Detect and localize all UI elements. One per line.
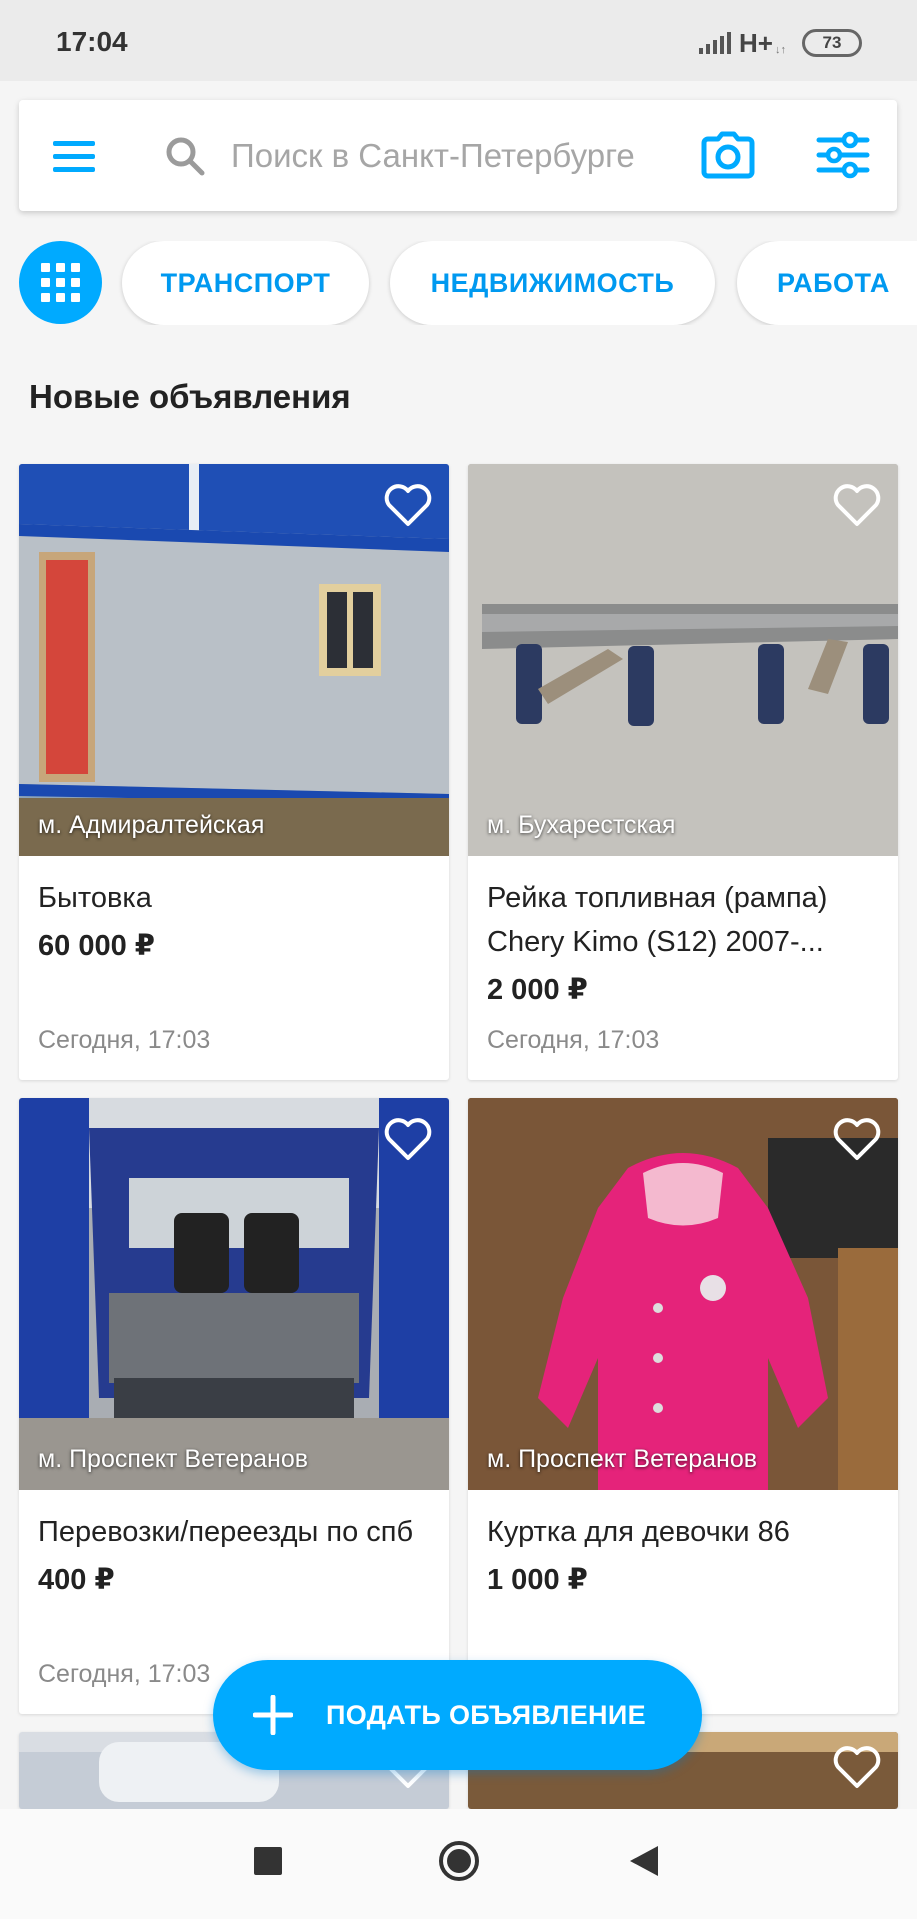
listing-date: Сегодня, 17:03 bbox=[38, 1026, 211, 1054]
category-chip-transport[interactable]: ТРАНСПОРТ bbox=[122, 241, 369, 325]
search-icon bbox=[166, 137, 205, 176]
listing-price: 400 ₽ bbox=[38, 1564, 115, 1596]
category-label: ТРАНСПОРТ bbox=[160, 267, 331, 298]
plus-icon bbox=[253, 1695, 293, 1735]
category-label: РАБОТА bbox=[777, 267, 890, 298]
listing-price: 2 000 ₽ bbox=[487, 974, 588, 1006]
metro-station: м. Проспект Ветеранов bbox=[38, 1445, 309, 1473]
recent-apps-icon[interactable] bbox=[254, 1847, 282, 1875]
battery-icon: 73 bbox=[802, 29, 862, 57]
listing-card[interactable]: м. Адмиралтейская Бытовка 60 000 ₽ Сегод… bbox=[19, 464, 449, 1080]
listing-title: Куртка для девочки 86 bbox=[487, 1516, 790, 1548]
favorite-heart-icon[interactable] bbox=[383, 1116, 433, 1162]
listing-photo: м. Бухарестская bbox=[468, 464, 898, 856]
metro-station: м. Бухарестская bbox=[487, 811, 676, 839]
listing-date: Сегодня, 17:03 bbox=[487, 1026, 660, 1054]
listing-card[interactable]: м. Проспект Ветеранов Куртка для девочки… bbox=[468, 1098, 898, 1714]
favorite-heart-icon[interactable] bbox=[832, 482, 882, 528]
listing-title: Рейка топливная (рампа) Chery Kimo (S12)… bbox=[487, 882, 828, 958]
post-ad-button[interactable]: ПОДАТЬ ОБЪЯВЛЕНИЕ bbox=[213, 1660, 702, 1770]
favorite-heart-icon[interactable] bbox=[832, 1116, 882, 1162]
listing-title: Бытовка bbox=[38, 882, 152, 914]
menu-icon[interactable] bbox=[49, 132, 99, 182]
category-chip-realty[interactable]: НЕДВИЖИМОСТЬ bbox=[390, 241, 715, 325]
signal-icon bbox=[699, 32, 732, 54]
metro-station: м. Адмиралтейская bbox=[38, 811, 265, 839]
status-indicators: H+ ↓↑ 73 bbox=[699, 27, 862, 59]
system-nav-bar bbox=[0, 1809, 917, 1919]
network-arrows-icon: ↓↑ bbox=[775, 44, 786, 56]
listing-date: Сегодня, 17:03 bbox=[38, 1660, 211, 1688]
listing-photo: м. Адмиралтейская bbox=[19, 464, 449, 856]
search-bar bbox=[19, 100, 897, 211]
camera-icon[interactable] bbox=[701, 130, 755, 180]
back-icon[interactable] bbox=[628, 1844, 660, 1878]
listing-price: 1 000 ₽ bbox=[487, 1564, 588, 1596]
category-chips: ТРАНСПОРТ НЕДВИЖИМОСТЬ РАБОТА bbox=[0, 241, 917, 325]
battery-level: 73 bbox=[822, 33, 842, 52]
listing-price: 60 000 ₽ bbox=[38, 930, 155, 962]
status-time: 17:04 bbox=[56, 26, 128, 57]
category-chip-jobs[interactable]: РАБОТА bbox=[737, 241, 917, 325]
search-input[interactable] bbox=[231, 130, 701, 182]
post-ad-label: ПОДАТЬ ОБЪЯВЛЕНИЕ bbox=[326, 1700, 646, 1730]
listing-title: Перевозки/переезды по спб bbox=[38, 1516, 414, 1548]
category-label: НЕДВИЖИМОСТЬ bbox=[430, 267, 675, 298]
listing-photo: м. Проспект Ветеранов bbox=[468, 1098, 898, 1490]
section-title: Новые объявления bbox=[29, 378, 351, 415]
listing-card[interactable]: м. Проспект Ветеранов Перевозки/переезды… bbox=[19, 1098, 449, 1714]
favorite-heart-icon[interactable] bbox=[832, 1744, 882, 1790]
home-icon[interactable] bbox=[437, 1839, 481, 1883]
listing-card[interactable]: м. Бухарестская Рейка топливная (рампа) … bbox=[468, 464, 898, 1080]
network-type: H+ bbox=[739, 27, 773, 58]
favorite-heart-icon[interactable] bbox=[383, 482, 433, 528]
filter-icon[interactable] bbox=[816, 130, 870, 180]
status-bar: 17:04 H+ ↓↑ 73 bbox=[0, 0, 917, 81]
all-categories-button[interactable] bbox=[19, 241, 102, 324]
grid-icon bbox=[41, 263, 80, 302]
metro-station: м. Проспект Ветеранов bbox=[487, 1445, 758, 1473]
listing-photo: м. Проспект Ветеранов bbox=[19, 1098, 449, 1490]
